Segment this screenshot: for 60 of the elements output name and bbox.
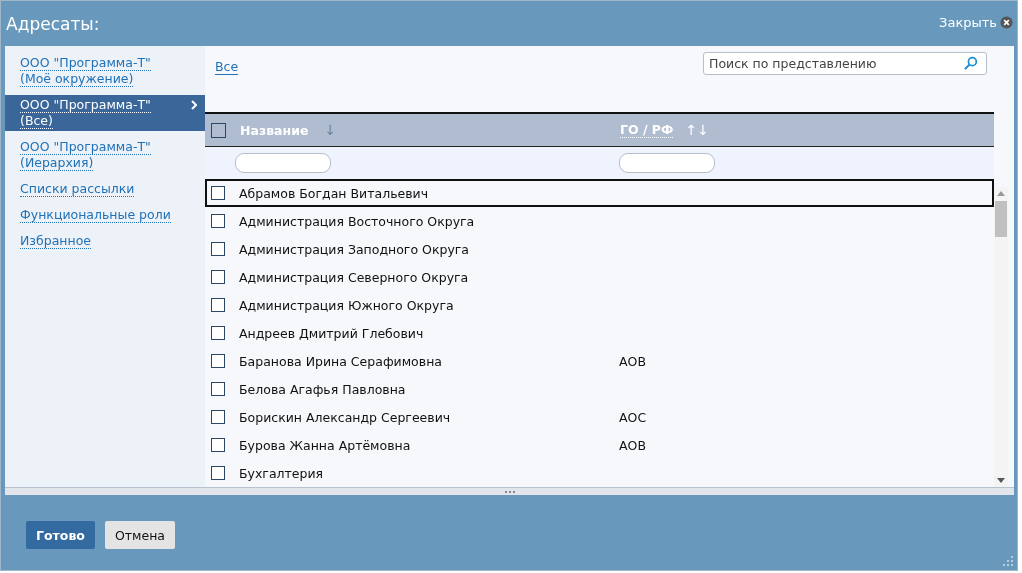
scrollbar-thumb[interactable] [995, 201, 1007, 237]
table-cell: Баранова Ирина Серафимовна [239, 353, 442, 369]
table-row[interactable]: Администрация Восточного Округа [205, 207, 994, 235]
table-cell: АОВ [619, 353, 646, 369]
filter-link[interactable]: Все [215, 59, 239, 75]
table-row[interactable]: Бухгалтерия [205, 459, 994, 487]
table-row[interactable]: Администрация Заподного Округа [205, 235, 994, 263]
dialog-button[interactable]: Готово [26, 521, 95, 549]
table-row[interactable]: Андреев Дмитрий Глебович [205, 319, 994, 347]
row-checkbox[interactable] [211, 438, 225, 452]
table-cell: Администрация Восточного Округа [239, 213, 475, 229]
table-cell: Бурова Жанна Артёмовна [239, 437, 411, 453]
scroll-up-icon[interactable] [997, 191, 1005, 196]
row-checkbox[interactable] [211, 214, 225, 228]
row-checkbox[interactable] [211, 410, 225, 424]
search-field[interactable]: Поиск по представлению [703, 52, 987, 75]
table-row[interactable]: Бурова Жанна Артёмовна АОВ [205, 431, 994, 459]
close-button[interactable]: Закрыть [939, 15, 1013, 30]
row-checkbox[interactable] [211, 354, 225, 368]
row-checkbox[interactable] [211, 326, 225, 340]
table-cell: АОВ [619, 437, 646, 453]
row-checkbox[interactable] [211, 270, 225, 284]
table-cell: Администрация Заподного Округа [239, 241, 469, 257]
sidebar-item[interactable]: ООО "Программа-Т" (Все) [5, 95, 205, 131]
filter-field[interactable] [619, 153, 715, 173]
row-checkbox[interactable] [211, 298, 225, 312]
table-cell: Администрация Южного Округа [239, 297, 454, 313]
table-cell: Белова Агафья Павловна [239, 381, 406, 397]
sidebar-item[interactable]: Списки рассылки [5, 179, 205, 199]
row-checkbox[interactable] [211, 382, 225, 396]
sidebar-item[interactable]: Избранное [5, 231, 205, 251]
table-row[interactable]: Администрация Северного Округа [205, 263, 994, 291]
close-icon [1000, 16, 1013, 29]
scrollbar[interactable] [994, 187, 1008, 487]
table-cell: Бухгалтерия [239, 465, 324, 481]
table-cell: Андреев Дмитрий Глебович [239, 325, 424, 341]
sidebar-item[interactable]: ООО "Программа-Т" (Моё окружение) [5, 53, 205, 89]
filter-field[interactable] [235, 153, 331, 173]
table-cell: Абрамов Богдан Витальевич [239, 185, 429, 201]
row-checkbox[interactable] [211, 186, 225, 200]
row-checkbox[interactable] [211, 466, 225, 480]
table-cell: Администрация Северного Округа [239, 269, 469, 285]
dialog-button[interactable]: Отмена [104, 521, 175, 549]
table-row[interactable]: Белова Агафья Павловна [205, 375, 994, 403]
chevron-icon [191, 100, 197, 110]
table-row[interactable]: Администрация Южного Округа [205, 291, 994, 319]
row-checkbox[interactable] [211, 242, 225, 256]
table-cell: Борискин Александр Сергеевич [239, 409, 451, 425]
window-title: Адресаты: [6, 13, 100, 34]
grip-icon[interactable] [504, 490, 515, 493]
table-row[interactable]: Борискин Александр Сергеевич АОС [205, 403, 994, 431]
sidebar-item[interactable]: ООО "Программа-Т" (Иерархия) [5, 137, 205, 173]
table-cell: АОС [619, 409, 647, 425]
scroll-down-icon[interactable] [997, 478, 1005, 483]
resize-grip-icon[interactable] [1003, 556, 1013, 566]
sidebar-item[interactable]: Функциональные роли [5, 205, 205, 225]
table-row[interactable]: Абрамов Богдан Витальевич [205, 179, 994, 207]
search-icon[interactable] [963, 56, 978, 71]
table-row[interactable]: Баранова Ирина Серафимовна АОВ [205, 347, 994, 375]
select-all-checkbox[interactable] [211, 122, 226, 138]
